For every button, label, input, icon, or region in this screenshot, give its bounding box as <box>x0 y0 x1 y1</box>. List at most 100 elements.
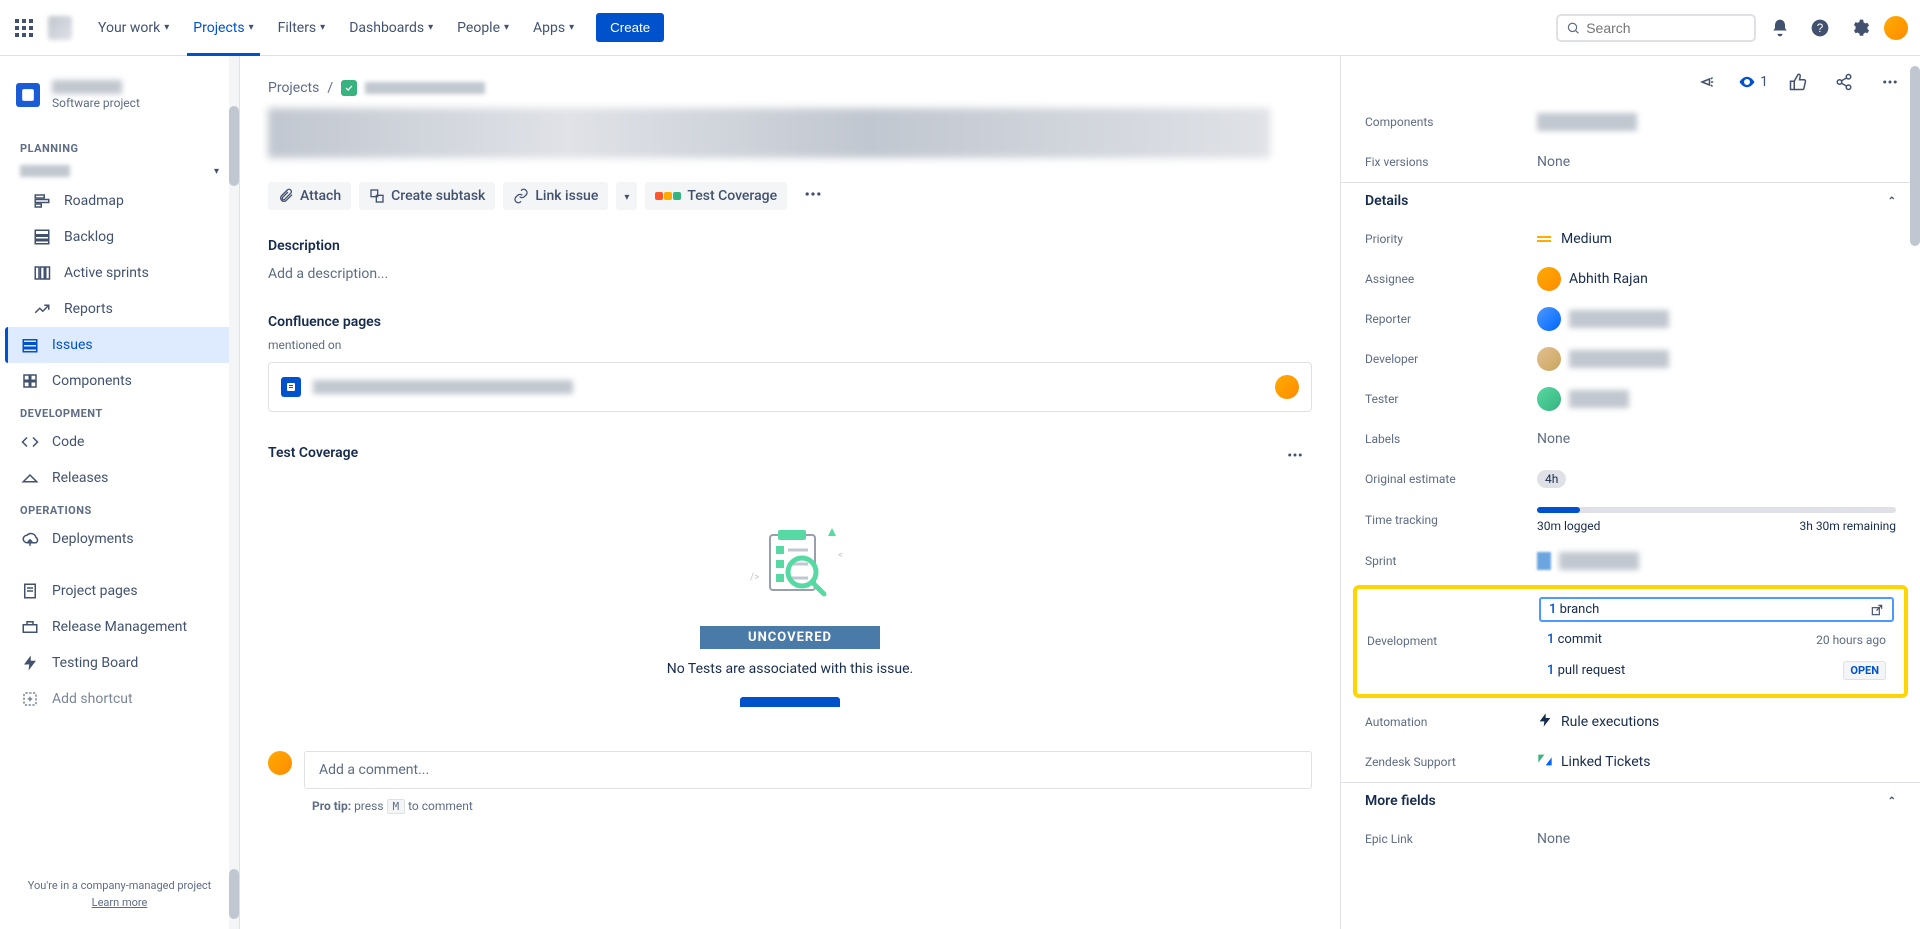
plus-icon <box>20 689 40 709</box>
sidebar-item-deployments[interactable]: Deployments <box>8 521 231 557</box>
sidebar-item-backlog[interactable]: Backlog <box>20 219 231 255</box>
development-pr-link[interactable]: 1 pull request OPEN <box>1539 657 1894 684</box>
sidebar-item-add-shortcut[interactable]: Add shortcut <box>8 681 231 717</box>
more-icon <box>803 184 823 204</box>
field-automation[interactable]: Automation Rule executions <box>1341 702 1920 742</box>
confluence-page-link[interactable] <box>268 362 1312 412</box>
search-input[interactable] <box>1586 20 1746 36</box>
backlog-icon <box>32 227 52 247</box>
issue-title-redacted[interactable] <box>268 108 1270 158</box>
details-panel-scrollbar[interactable] <box>1910 56 1920 929</box>
jira-logo-icon[interactable] <box>48 16 72 40</box>
field-labels[interactable]: Labels None <box>1341 419 1920 459</box>
board-selector[interactable]: ▾ <box>8 159 231 183</box>
field-label: Priority <box>1365 232 1525 246</box>
nav-filters[interactable]: Filters▾ <box>268 12 336 44</box>
link-issue-dropdown[interactable]: ▾ <box>616 182 637 210</box>
protip-text: to comment <box>408 799 473 813</box>
details-section-header[interactable]: Details ⌃ <box>1341 182 1920 219</box>
development-commit-link[interactable]: 1 commit 20 hours ago <box>1539 628 1894 651</box>
sidebar-item-label: Testing Board <box>52 655 138 671</box>
feedback-icon[interactable] <box>1692 66 1724 98</box>
field-fix-versions[interactable]: Fix versions None <box>1341 142 1920 182</box>
notifications-icon[interactable] <box>1764 12 1796 44</box>
share-button[interactable] <box>1828 66 1860 98</box>
field-time-tracking[interactable]: Time tracking 30m logged 3h 30m remainin… <box>1341 499 1920 541</box>
sidebar-item-releases[interactable]: Releases <box>8 460 231 496</box>
components-icon <box>20 371 40 391</box>
search-input-container[interactable] <box>1556 14 1756 42</box>
create-button[interactable]: Create <box>596 13 664 42</box>
sidebar-item-issues[interactable]: Issues <box>5 327 231 363</box>
sidebar-item-release-management[interactable]: Release Management <box>8 609 231 645</box>
nav-dashboards[interactable]: Dashboards▾ <box>339 12 443 44</box>
sidebar-item-active-sprints[interactable]: Active sprints <box>20 255 231 291</box>
issue-key-redacted[interactable] <box>365 82 485 94</box>
field-priority[interactable]: Priority Medium <box>1341 219 1920 259</box>
sidebar-learn-more-link[interactable]: Learn more <box>20 896 219 909</box>
project-header[interactable]: Software project <box>8 72 231 118</box>
attach-button[interactable]: Attach <box>268 182 351 210</box>
field-tester[interactable]: Tester <box>1341 379 1920 419</box>
cta-button-partial[interactable] <box>740 697 840 707</box>
help-icon[interactable]: ? <box>1804 12 1836 44</box>
field-value: 4h <box>1537 470 1566 488</box>
more-button[interactable] <box>1874 66 1906 98</box>
sprint-value-redacted <box>1559 552 1639 570</box>
nav-projects[interactable]: Projects▾ <box>183 12 263 44</box>
sidebar-item-label: Deployments <box>52 531 134 547</box>
field-epic-link[interactable]: Epic Link None <box>1341 819 1920 859</box>
components-value-redacted <box>1537 113 1637 131</box>
development-branch-link[interactable]: 1 branch <box>1539 597 1894 622</box>
field-zendesk-support[interactable]: Zendesk Support Linked Tickets <box>1341 742 1920 782</box>
description-input[interactable]: Add a description... <box>268 262 1312 286</box>
breadcrumb-projects[interactable]: Projects <box>268 80 319 96</box>
create-subtask-button[interactable]: Create subtask <box>359 182 495 210</box>
empty-illustration-icon: /> < <box>720 510 860 610</box>
field-reporter[interactable]: Reporter <box>1341 299 1920 339</box>
like-button[interactable] <box>1782 66 1814 98</box>
more-actions-button[interactable] <box>795 178 831 214</box>
developer-value-redacted <box>1569 350 1669 368</box>
field-development: Development 1 branch 1 commit 20 hours a… <box>1357 589 1904 688</box>
sidebar-item-roadmap[interactable]: Roadmap <box>20 183 231 219</box>
field-components[interactable]: Components <box>1341 102 1920 142</box>
nav-your-work[interactable]: Your work▾ <box>88 12 179 44</box>
test-coverage-heading: Test Coverage <box>268 445 358 461</box>
sidebar-item-code[interactable]: Code <box>8 424 231 460</box>
project-type-label: Software project <box>52 96 140 110</box>
field-value: Rule executions <box>1561 714 1659 730</box>
sidebar-item-testing-board[interactable]: Testing Board <box>8 645 231 681</box>
sidebar-item-project-pages[interactable]: Project pages <box>8 573 231 609</box>
sidebar-item-label: Components <box>52 373 132 389</box>
field-original-estimate[interactable]: Original estimate 4h <box>1341 459 1920 499</box>
watch-button[interactable]: 1 <box>1738 73 1768 91</box>
link-issue-button[interactable]: Link issue <box>503 182 608 210</box>
topbar-left-group: Your work▾ Projects▾ Filters▾ Dashboards… <box>12 12 664 44</box>
test-coverage-menu-button[interactable] <box>1278 440 1312 474</box>
field-label: Sprint <box>1365 554 1525 568</box>
field-assignee[interactable]: Assignee Abhith Rajan <box>1341 259 1920 299</box>
field-label: Automation <box>1365 715 1525 729</box>
sidebar-item-components[interactable]: Components <box>8 363 231 399</box>
section-planning: PLANNING <box>8 134 231 159</box>
settings-icon[interactable] <box>1844 12 1876 44</box>
comment-input[interactable]: Add a comment... <box>304 751 1312 789</box>
action-label: Attach <box>300 188 341 204</box>
mentioned-on-label: mentioned on <box>268 338 1312 352</box>
top-navigation: Your work▾ Projects▾ Filters▾ Dashboards… <box>0 0 1920 56</box>
chevron-down-icon: ▾ <box>569 22 574 33</box>
field-sprint[interactable]: Sprint <box>1341 541 1920 581</box>
nav-apps[interactable]: Apps▾ <box>523 12 584 44</box>
field-developer[interactable]: Developer <box>1341 339 1920 379</box>
user-avatar[interactable] <box>1884 16 1908 40</box>
test-coverage-button[interactable]: Test Coverage <box>645 182 787 210</box>
app-switcher-icon[interactable] <box>12 16 36 40</box>
more-fields-section-header[interactable]: More fields ⌃ <box>1341 782 1920 819</box>
time-logged: 30m logged <box>1537 519 1600 533</box>
sidebar-scrollbar[interactable] <box>229 56 239 929</box>
releases-icon <box>20 468 40 488</box>
issue-details-panel: 1 Components Fix versions None Details ⌃… <box>1340 56 1920 929</box>
sidebar-item-reports[interactable]: Reports <box>20 291 231 327</box>
nav-people[interactable]: People▾ <box>447 12 519 44</box>
